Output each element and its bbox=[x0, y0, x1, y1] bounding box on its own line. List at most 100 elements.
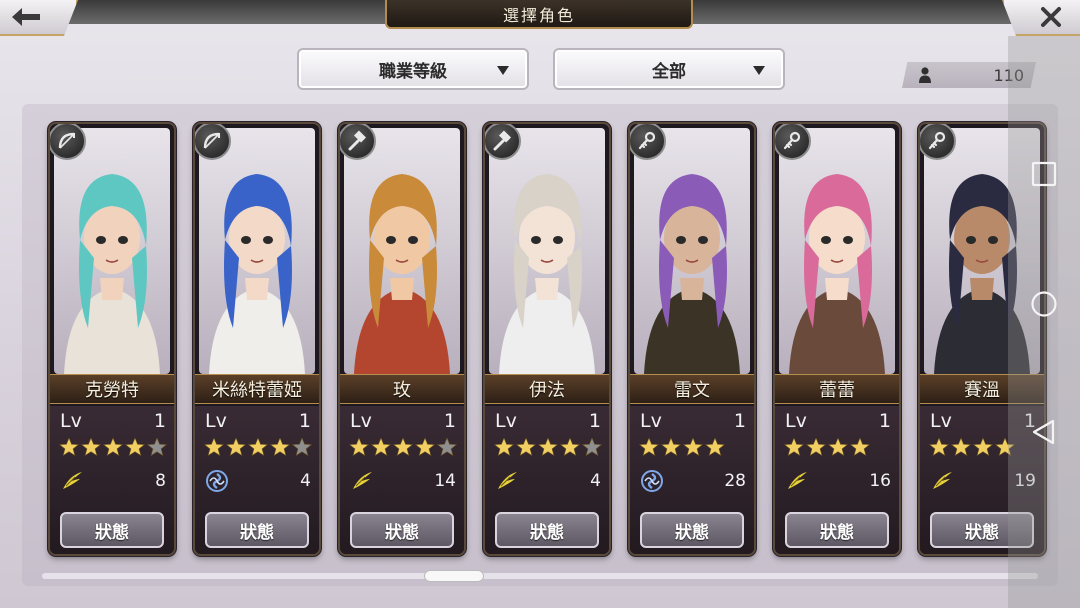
star-filled-icon bbox=[348, 437, 370, 457]
class-badge bbox=[775, 124, 811, 160]
star-filled-icon bbox=[102, 437, 124, 457]
key-icon bbox=[638, 131, 656, 150]
close-button[interactable] bbox=[1002, 0, 1080, 36]
star-rating bbox=[783, 436, 895, 458]
character-stats: Lv 1 4 狀態 bbox=[485, 406, 609, 554]
status-button[interactable]: 狀態 bbox=[495, 512, 599, 548]
triangle-icon[interactable] bbox=[1030, 418, 1058, 446]
character-name: 米絲特蕾婭 bbox=[195, 374, 319, 404]
character-card[interactable]: 蕾蕾 Lv 1 16 狀態 bbox=[773, 122, 901, 556]
back-arrow-icon bbox=[12, 8, 40, 26]
star-rating bbox=[638, 436, 750, 458]
class-level-dropdown[interactable]: 職業等級 bbox=[297, 48, 529, 90]
wind-element-icon bbox=[933, 472, 952, 489]
character-card[interactable]: 伊法 Lv 1 4 狀態 bbox=[483, 122, 611, 556]
chevron-down-icon bbox=[497, 66, 509, 75]
attribute-row: 14 bbox=[350, 468, 456, 494]
scrollbar-thumb[interactable] bbox=[424, 570, 484, 582]
class-badge bbox=[920, 124, 956, 160]
character-card[interactable]: 雷文 Lv 1 28 狀態 bbox=[628, 122, 756, 556]
attribute-row: 16 bbox=[785, 468, 891, 494]
level-value: 1 bbox=[153, 410, 166, 432]
level-row: Lv 1 bbox=[495, 410, 601, 432]
level-label: Lv bbox=[930, 410, 952, 432]
character-card[interactable]: 克勞特 Lv 1 8 狀態 bbox=[48, 122, 176, 556]
fragment-count: 16 bbox=[869, 471, 891, 491]
star-empty-icon bbox=[581, 437, 603, 457]
star-filled-icon bbox=[58, 437, 80, 457]
page-title: 選擇角色 bbox=[385, 0, 693, 29]
fragment-count: 14 bbox=[434, 471, 456, 491]
square-icon[interactable] bbox=[1030, 160, 1058, 188]
level-value: 1 bbox=[733, 410, 746, 432]
level-row: Lv 1 bbox=[350, 410, 456, 432]
character-name: 克勞特 bbox=[50, 374, 174, 404]
wind-element-icon bbox=[788, 472, 807, 489]
class-badge bbox=[485, 124, 521, 160]
portrait-art bbox=[634, 128, 750, 374]
level-label: Lv bbox=[60, 410, 82, 432]
star-filled-icon bbox=[704, 437, 726, 457]
water-element-icon bbox=[641, 470, 663, 492]
character-portrait[interactable] bbox=[634, 128, 750, 374]
status-button[interactable]: 狀態 bbox=[205, 512, 309, 548]
level-value: 1 bbox=[298, 410, 311, 432]
star-filled-icon bbox=[638, 437, 660, 457]
star-filled-icon bbox=[950, 437, 972, 457]
fragment-count: 28 bbox=[724, 471, 746, 491]
level-label: Lv bbox=[640, 410, 662, 432]
class-badge bbox=[340, 124, 376, 160]
level-label: Lv bbox=[495, 410, 517, 432]
character-card[interactable]: 米絲特蕾婭 Lv 1 4 狀態 bbox=[193, 122, 321, 556]
star-filled-icon bbox=[493, 437, 515, 457]
fragment-count: 8 bbox=[155, 471, 166, 491]
star-filled-icon bbox=[972, 437, 994, 457]
level-row: Lv 1 bbox=[205, 410, 311, 432]
scrollbar-track[interactable] bbox=[42, 573, 1038, 579]
status-button[interactable]: 狀態 bbox=[785, 512, 889, 548]
star-filled-icon bbox=[203, 437, 225, 457]
star-filled-icon bbox=[559, 437, 581, 457]
level-label: Lv bbox=[205, 410, 227, 432]
character-stats: Lv 1 28 狀態 bbox=[630, 406, 754, 554]
back-button[interactable] bbox=[0, 0, 78, 36]
character-portrait[interactable] bbox=[199, 128, 315, 374]
level-row: Lv 1 bbox=[785, 410, 891, 432]
system-nav-bar bbox=[1008, 36, 1080, 608]
category-dropdown[interactable]: 全部 bbox=[553, 48, 785, 90]
level-label: Lv bbox=[350, 410, 372, 432]
fragment-count: 4 bbox=[590, 471, 601, 491]
level-value: 1 bbox=[443, 410, 456, 432]
status-button[interactable]: 狀態 bbox=[60, 512, 164, 548]
circle-icon[interactable] bbox=[1030, 290, 1058, 318]
star-empty-icon bbox=[146, 437, 168, 457]
star-filled-icon bbox=[849, 437, 871, 457]
character-portrait[interactable] bbox=[779, 128, 895, 374]
key-icon bbox=[928, 131, 946, 150]
attribute-row: 4 bbox=[205, 468, 311, 494]
character-portrait[interactable] bbox=[489, 128, 605, 374]
character-stats: Lv 1 4 狀態 bbox=[195, 406, 319, 554]
fragment-count: 4 bbox=[300, 471, 311, 491]
class-badge bbox=[50, 124, 86, 160]
level-row: Lv 1 bbox=[640, 410, 746, 432]
status-button[interactable]: 狀態 bbox=[640, 512, 744, 548]
close-x-icon bbox=[1041, 7, 1061, 27]
chevron-down-icon bbox=[753, 66, 765, 75]
bow-icon bbox=[203, 132, 220, 149]
star-filled-icon bbox=[269, 437, 291, 457]
character-portrait[interactable] bbox=[344, 128, 460, 374]
star-rating bbox=[348, 436, 460, 458]
star-empty-icon bbox=[291, 437, 313, 457]
star-filled-icon bbox=[392, 437, 414, 457]
character-portrait[interactable] bbox=[54, 128, 170, 374]
star-filled-icon bbox=[515, 437, 537, 457]
attribute-row: 8 bbox=[60, 468, 166, 494]
star-filled-icon bbox=[414, 437, 436, 457]
portrait-art bbox=[199, 128, 315, 374]
character-card[interactable]: 玫 Lv 1 14 狀態 bbox=[338, 122, 466, 556]
hammer-icon bbox=[493, 130, 512, 151]
class-badge bbox=[195, 124, 231, 160]
star-rating bbox=[58, 436, 170, 458]
status-button[interactable]: 狀態 bbox=[350, 512, 454, 548]
